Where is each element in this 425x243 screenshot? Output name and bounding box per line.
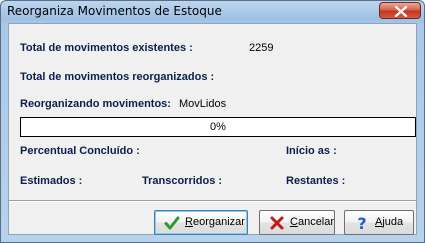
footer-separator xyxy=(9,200,416,202)
red-x-icon xyxy=(270,216,284,230)
percentual-concluido-label: Percentual Concluído : xyxy=(20,145,140,157)
title-bar[interactable]: Reorganiza Movimentos de Estoque xyxy=(1,1,424,23)
total-existentes-value: 2259 xyxy=(249,42,274,54)
reorganizando-label: Reorganizando movimentos: xyxy=(20,98,171,110)
close-button[interactable] xyxy=(379,2,421,19)
progress-text: 0% xyxy=(210,121,226,133)
inicio-label: Início as : xyxy=(286,145,337,157)
window-title: Reorganiza Movimentos de Estoque xyxy=(7,4,222,18)
reorganizar-label: Reorganizar xyxy=(185,216,245,228)
estimados-label: Estimados : xyxy=(20,175,83,187)
dialog-body: Total de movimentos existentes : 2259 To… xyxy=(8,23,417,235)
reorganizar-button[interactable]: Reorganizar xyxy=(154,210,248,235)
ajuda-label: Ajuda xyxy=(375,216,404,228)
close-icon xyxy=(394,6,408,17)
reorganizando-value: MovLidos xyxy=(179,98,227,110)
help-question-icon: ? xyxy=(357,215,366,231)
cancelar-label: Cancelar xyxy=(290,216,335,228)
total-reorganizados-label: Total de movimentos reorganizados : xyxy=(20,71,215,83)
transcorridos-label: Transcorridos : xyxy=(142,175,223,187)
ajuda-button[interactable]: ? Ajuda xyxy=(344,210,414,235)
total-existentes-label: Total de movimentos existentes : xyxy=(20,42,193,54)
cancelar-button[interactable]: Cancelar xyxy=(259,210,335,235)
green-check-icon xyxy=(164,216,180,230)
restantes-label: Restantes : xyxy=(286,175,346,187)
svg-text:?: ? xyxy=(357,215,366,231)
progress-bar: 0% xyxy=(20,117,416,137)
dialog-window: Reorganiza Movimentos de Estoque Total d… xyxy=(0,0,425,243)
